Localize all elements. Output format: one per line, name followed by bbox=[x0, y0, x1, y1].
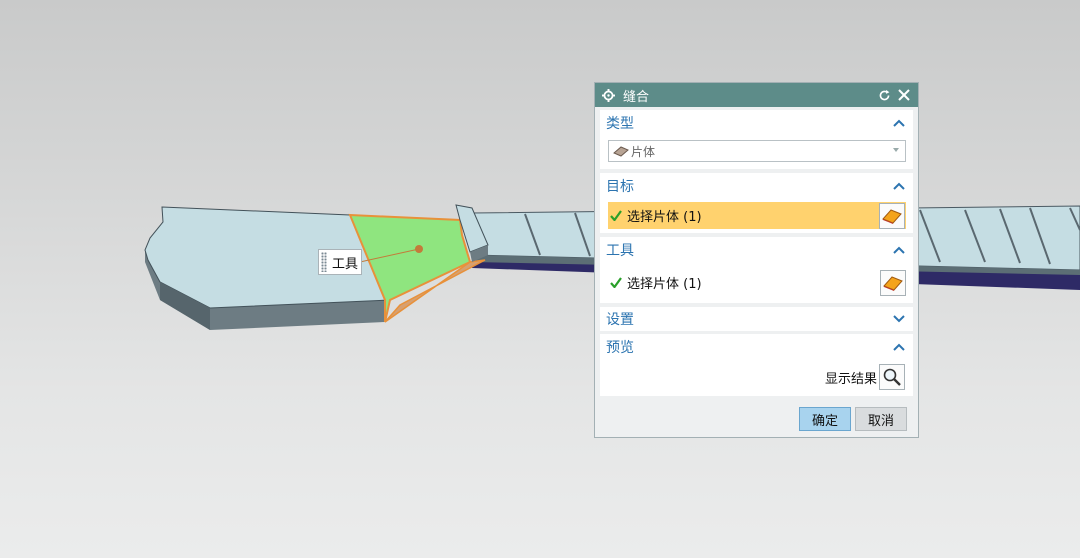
section-target: 目标 选择片体 (1) bbox=[600, 173, 913, 233]
section-preview: 预览 显示结果 bbox=[600, 334, 913, 396]
chevron-down-icon[interactable] bbox=[891, 311, 907, 327]
dialog-titlebar[interactable]: 缝合 bbox=[595, 83, 918, 107]
chevron-up-icon[interactable] bbox=[891, 178, 907, 194]
section-settings-title: 设置 bbox=[606, 312, 634, 328]
section-type-header[interactable]: 类型 bbox=[600, 110, 913, 136]
tool-select-row[interactable]: 选择片体 (1) bbox=[608, 269, 906, 296]
select-sheet-button[interactable] bbox=[880, 269, 906, 296]
sew-dialog: 缝合 类型 片体 目标 选择片体 (1) 工具 选择片体 (1) 设置 预览 显… bbox=[594, 82, 919, 438]
section-type: 类型 片体 bbox=[600, 110, 913, 169]
section-tool-header[interactable]: 工具 bbox=[600, 237, 913, 263]
cancel-button[interactable]: 取消 bbox=[855, 407, 907, 431]
section-settings-header[interactable]: 设置 bbox=[600, 307, 913, 331]
tool-tag-text: 工具 bbox=[332, 256, 359, 272]
chevron-up-icon[interactable] bbox=[891, 242, 907, 258]
select-sheet-icon bbox=[882, 208, 902, 224]
magnifier-icon bbox=[883, 368, 901, 386]
tag-grip bbox=[321, 252, 327, 272]
close-icon[interactable] bbox=[896, 87, 912, 103]
chevron-up-icon[interactable] bbox=[891, 339, 907, 355]
section-tool-title: 工具 bbox=[606, 243, 634, 259]
checkmark-icon bbox=[610, 277, 624, 288]
section-settings: 设置 bbox=[600, 307, 913, 331]
show-result-button[interactable] bbox=[879, 364, 905, 390]
section-tool: 工具 选择片体 (1) bbox=[600, 237, 913, 303]
sheet-body-icon bbox=[613, 146, 629, 157]
chevron-down-icon bbox=[893, 148, 899, 152]
gear-icon bbox=[601, 88, 615, 102]
target-select-row[interactable]: 选择片体 (1) bbox=[608, 202, 906, 229]
show-result-label: 显示结果 bbox=[824, 371, 877, 387]
chevron-up-icon[interactable] bbox=[891, 115, 907, 131]
section-preview-header[interactable]: 预览 bbox=[600, 334, 913, 360]
reset-icon[interactable] bbox=[876, 87, 892, 103]
type-select-value: 片体 bbox=[631, 144, 656, 159]
select-sheet-button[interactable] bbox=[879, 202, 905, 229]
tool-tag: 工具 bbox=[318, 249, 362, 275]
section-type-title: 类型 bbox=[606, 116, 634, 132]
tool-select-label: 选择片体 (1) bbox=[627, 277, 702, 292]
section-preview-title: 预览 bbox=[606, 340, 634, 356]
target-select-label: 选择片体 (1) bbox=[627, 210, 702, 225]
section-target-title: 目标 bbox=[606, 179, 634, 195]
select-sheet-icon bbox=[883, 275, 903, 291]
type-select[interactable]: 片体 bbox=[608, 140, 906, 162]
ok-button[interactable]: 确定 bbox=[799, 407, 851, 431]
section-target-header[interactable]: 目标 bbox=[600, 173, 913, 199]
show-result-line: 显示结果 bbox=[825, 364, 905, 390]
dialog-title: 缝合 bbox=[623, 89, 650, 105]
checkmark-icon bbox=[610, 210, 624, 221]
